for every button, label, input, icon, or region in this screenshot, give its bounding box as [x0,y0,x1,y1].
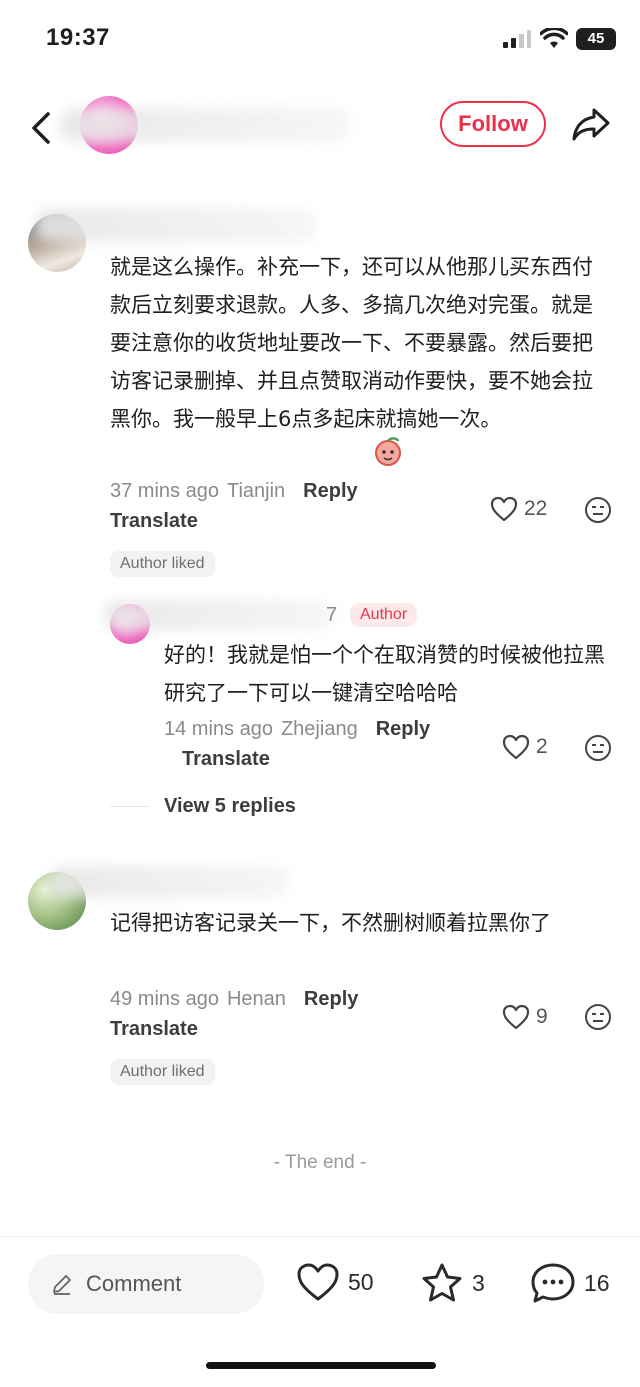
comment-text: 记得把访客记录关一下，不然删树顺着拉黑你了 [110,911,551,935]
star-icon [422,1263,462,1302]
status-time: 19:37 [46,24,110,51]
end-of-comments: - The end - [273,1152,367,1173]
post-comment-count: 16 [584,1269,610,1296]
like-button[interactable]: 2 [502,734,548,760]
post-like-button[interactable]: 50 [296,1262,374,1302]
reply-author-name-blurred [104,600,334,630]
comment-location: Tianjin [226,480,286,502]
heart-icon [502,734,530,760]
reply-button[interactable]: Reply [303,480,357,503]
comment-placeholder: Comment [86,1271,182,1296]
cellular-signal-icon [503,30,531,48]
author-liked-badge: Author liked [110,1059,215,1085]
peach-emoji-icon [375,437,401,466]
comment-text: 就是这么操作。补充一下，还可以从他那儿买东西付款后立刻要求退款。人多、多搞几次绝… [110,255,593,431]
home-indicator [206,1362,436,1369]
like-count: 9 [536,1005,548,1028]
author-badge: Author [350,603,418,627]
translate-button[interactable]: Translate [110,1018,198,1041]
reply-author-name-suffix: 7 [326,604,338,626]
author-name-blurred [60,108,350,142]
comment-meta: 37 mins ago Tianjin Reply [110,480,358,503]
reply-time: 14 mins ago [164,718,273,740]
emoji-reaction-icon[interactable] [584,734,612,762]
follow-button[interactable]: Follow [440,101,546,147]
reply-text: 好的！我就是怕一个个在取消赞的时候被他拉黑研究了一下可以一键清空哈哈哈 [164,643,605,705]
view-replies-button[interactable]: View 5 replies [164,795,296,818]
pencil-icon [53,1275,71,1295]
post-comment-button[interactable]: 16 [530,1262,610,1304]
battery-indicator: 45 [576,28,616,50]
view-replies-divider [110,806,150,807]
comment-time: 49 mins ago [110,988,219,1010]
wifi-icon [540,28,568,48]
emoji-reaction-icon[interactable] [584,496,612,524]
reply-button[interactable]: Reply [304,988,358,1011]
like-count: 2 [536,735,548,758]
post-collect-button[interactable]: 3 [420,1262,485,1304]
comment-meta: 49 mins ago Henan Reply [110,988,358,1011]
back-arrow-icon[interactable] [28,110,58,146]
heart-icon [297,1263,339,1301]
commenter-name-blurred [50,866,290,898]
reply-location: Zhejiang [280,718,358,740]
status-icons: 45 [502,28,616,50]
commenter-name-blurred [36,208,316,242]
like-button[interactable]: 9 [502,1004,548,1030]
translate-button[interactable]: Translate [110,510,198,533]
comment-location: Henan [226,988,286,1010]
emoji-reaction-icon[interactable] [584,1003,612,1031]
like-count: 22 [524,497,548,520]
author-liked-badge: Author liked [110,551,215,577]
reply-button[interactable]: Reply [376,718,430,741]
comment-input[interactable]: Comment [28,1254,264,1314]
comment-bubble-icon [531,1263,575,1303]
post-collect-count: 3 [472,1269,485,1296]
share-icon[interactable] [570,104,612,144]
heart-icon [490,496,518,522]
reply-meta: 14 mins ago Zhejiang Reply [164,718,430,741]
translate-button[interactable]: Translate [182,748,270,771]
like-button[interactable]: 22 [490,496,547,522]
comment-time: 37 mins ago [110,480,219,502]
heart-icon [502,1004,530,1030]
post-like-count: 50 [348,1268,374,1295]
